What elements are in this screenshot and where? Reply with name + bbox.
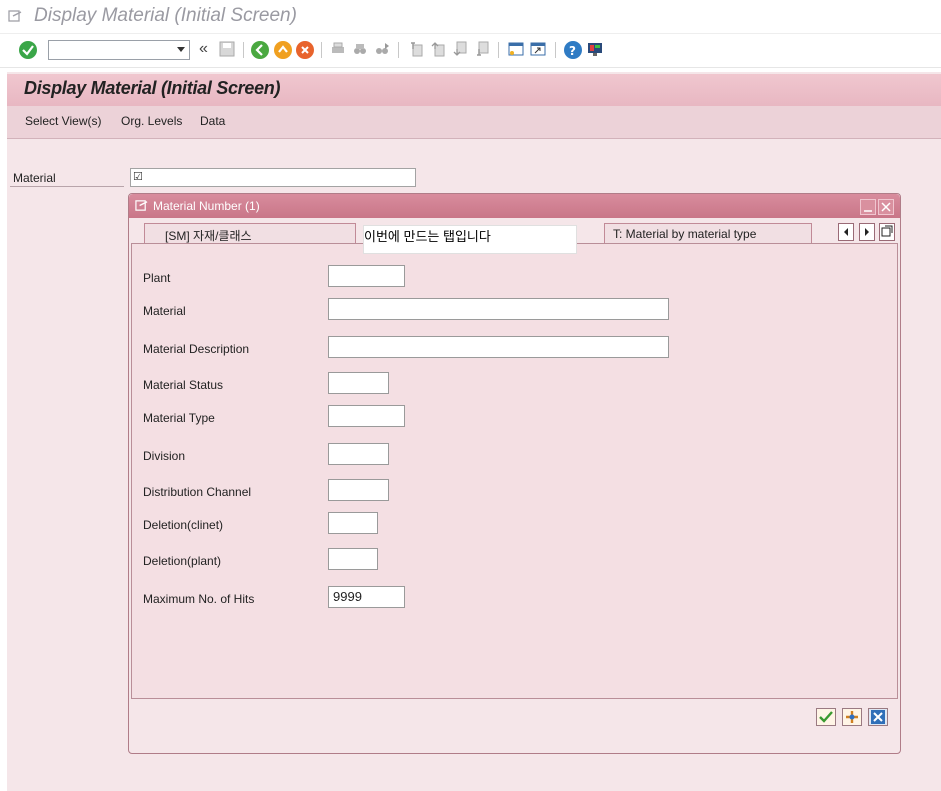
separator — [555, 42, 556, 58]
material-label: Material — [143, 304, 186, 318]
dialog-title: Material Number (1) — [153, 199, 260, 213]
dialog-title-bar: Material Number (1) — [129, 194, 900, 218]
separator — [243, 42, 244, 58]
shortcut-icon[interactable] — [530, 41, 546, 57]
scroll-right-icon[interactable] — [859, 223, 875, 241]
multiple-selection-icon[interactable] — [842, 708, 862, 726]
cancel-icon[interactable] — [296, 41, 314, 59]
find-icon[interactable] — [352, 41, 368, 57]
help-icon[interactable]: ? — [564, 41, 582, 59]
first-page-icon[interactable] — [408, 41, 424, 57]
collapse-toolbar-icon[interactable]: « — [199, 40, 208, 58]
select-views-button[interactable]: Select View(s) — [25, 114, 101, 128]
plant-label: Plant — [143, 271, 171, 285]
division-input[interactable] — [328, 443, 389, 465]
separator — [398, 42, 399, 58]
window-title: Display Material (Initial Screen) — [34, 5, 297, 26]
deletion-client-label: Deletion(clinet) — [143, 518, 224, 532]
deletion-client-input[interactable] — [328, 512, 378, 534]
display-icon — [135, 200, 148, 211]
deletion-plant-input[interactable] — [328, 548, 378, 570]
create-session-icon[interactable] — [508, 41, 524, 57]
material-input[interactable] — [328, 298, 669, 320]
print-icon[interactable] — [330, 41, 346, 57]
data-button[interactable]: Data — [200, 114, 225, 128]
tab-material-by-type[interactable]: T: Material by material type — [604, 223, 812, 244]
find-next-icon[interactable] — [374, 41, 390, 57]
chevron-down-icon[interactable] — [177, 47, 185, 52]
plant-input[interactable] — [328, 265, 405, 287]
close-icon[interactable] — [878, 199, 894, 215]
last-page-icon[interactable] — [474, 41, 490, 57]
page-title: Display Material (Initial Screen) — [24, 78, 281, 98]
distribution-channel-label: Distribution Channel — [143, 485, 252, 499]
scroll-left-icon[interactable] — [838, 223, 854, 241]
required-check-icon: ☑ — [133, 171, 143, 183]
application-toolbar: Select View(s) Org. Levels Data — [7, 106, 941, 139]
customize-layout-icon[interactable] — [587, 41, 603, 57]
title-bar: Display Material (Initial Screen) — [0, 0, 941, 33]
max-hits-input[interactable]: 9999 — [328, 586, 405, 608]
standard-toolbar: « ? — [0, 33, 941, 68]
material-type-input[interactable] — [328, 405, 405, 427]
division-label: Division — [143, 449, 186, 463]
command-field[interactable] — [48, 40, 190, 60]
continue-icon[interactable] — [816, 708, 836, 726]
svg-text:?: ? — [569, 44, 576, 58]
material-type-label: Material Type — [143, 411, 215, 425]
separator — [321, 42, 322, 58]
separator — [498, 42, 499, 58]
back-icon[interactable] — [251, 41, 269, 59]
tab-current[interactable]: 이번에 만드는 탭입니다 — [363, 225, 577, 254]
display-icon — [8, 10, 22, 22]
next-page-icon[interactable] — [452, 41, 468, 57]
deletion-plant-label: Deletion(plant) — [143, 554, 222, 568]
enter-icon[interactable] — [19, 41, 37, 59]
tab-sm-material-class[interactable]: [SM] 자재/클래스 — [144, 223, 356, 244]
material-description-label: Material Description — [143, 342, 250, 356]
cancel-icon[interactable] — [868, 708, 888, 726]
screen-header: Display Material (Initial Screen) — [7, 74, 941, 107]
material-label: Material — [13, 171, 56, 185]
minimize-icon[interactable] — [860, 199, 876, 215]
label-underline — [10, 186, 124, 187]
material-status-label: Material Status — [143, 378, 224, 392]
material-input[interactable]: ☑ — [130, 168, 416, 187]
exit-icon[interactable] — [274, 41, 292, 59]
distribution-channel-input[interactable] — [328, 479, 389, 501]
max-hits-label: Maximum No. of Hits — [143, 592, 255, 606]
material-status-input[interactable] — [328, 372, 389, 394]
previous-page-icon[interactable] — [430, 41, 446, 57]
material-description-input[interactable] — [328, 336, 669, 358]
save-icon[interactable] — [219, 41, 235, 57]
tab-list-icon[interactable] — [879, 223, 895, 241]
org-levels-button[interactable]: Org. Levels — [121, 114, 182, 128]
